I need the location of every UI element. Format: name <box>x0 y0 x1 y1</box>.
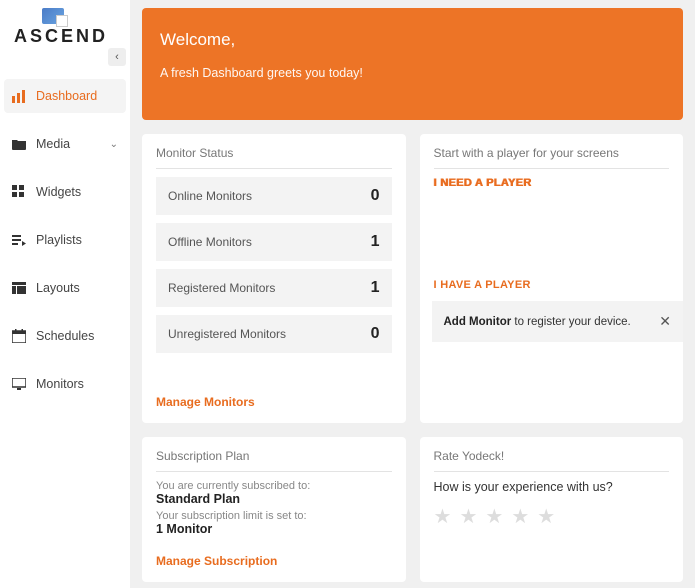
sidebar-nav: Dashboard Media ⌄ Widgets Playlists <box>0 79 130 415</box>
sidebar-item-widgets[interactable]: Widgets <box>0 175 130 209</box>
welcome-hero: Welcome, A fresh Dashboard greets you to… <box>142 8 683 120</box>
star-5[interactable]: ★ <box>537 504 555 529</box>
sidebar: ASCEND ‹ Dashboard Media ⌄ <box>0 0 130 588</box>
card-title: Start with a player for your screens <box>434 146 670 169</box>
stat-value: 1 <box>371 233 380 251</box>
need-player-heading: I NEED A PLAYER <box>434 177 670 189</box>
have-player-heading: I HAVE A PLAYER <box>434 279 670 291</box>
bars-icon <box>12 89 26 103</box>
stat-row-online: Online Monitors 0 <box>156 177 392 215</box>
sidebar-item-label: Schedules <box>36 329 94 343</box>
add-monitor-text: Add Monitor to register your device. <box>444 316 631 328</box>
stat-row-registered: Registered Monitors 1 <box>156 269 392 307</box>
sidebar-item-label: Playlists <box>36 233 82 247</box>
manage-subscription-link[interactable]: Manage Subscription <box>156 554 277 568</box>
monitor-icon <box>12 377 26 391</box>
chevron-left-icon: ‹ <box>115 51 119 63</box>
stat-row-offline: Offline Monitors 1 <box>156 223 392 261</box>
add-monitor-callout: Add Monitor to register your device. ✕ <box>432 301 684 342</box>
sidebar-item-layouts[interactable]: Layouts <box>0 271 130 305</box>
calendar-icon <box>12 329 26 343</box>
translate-badge-icon <box>42 8 64 24</box>
rate-question: How is your experience with us? <box>434 480 670 494</box>
layout-icon <box>12 281 26 295</box>
star-2[interactable]: ★ <box>459 504 477 529</box>
star-1[interactable]: ★ <box>434 504 452 529</box>
brand-block: ASCEND ‹ <box>0 0 130 59</box>
sidebar-item-label: Layouts <box>36 281 80 295</box>
subscription-plan: Standard Plan <box>156 492 392 506</box>
card-title: Monitor Status <box>156 146 392 169</box>
stat-value: 1 <box>371 279 380 297</box>
brand-logo: ASCEND <box>14 26 120 47</box>
sidebar-item-label: Media <box>36 137 70 151</box>
playlist-icon <box>12 233 26 247</box>
subscription-line2: Your subscription limit is set to: <box>156 510 392 522</box>
card-title: Subscription Plan <box>156 449 392 472</box>
start-player-card: Start with a player for your screens I N… <box>420 134 684 423</box>
close-icon[interactable]: ✕ <box>659 313 671 330</box>
card-title: Rate Yodeck! <box>434 449 670 472</box>
sidebar-collapse-button[interactable]: ‹ <box>108 48 126 66</box>
monitor-status-card: Monitor Status Online Monitors 0 Offline… <box>142 134 406 423</box>
hero-title: Welcome, <box>160 30 665 50</box>
star-3[interactable]: ★ <box>485 504 503 529</box>
row-2: Subscription Plan You are currently subs… <box>142 437 683 582</box>
chevron-down-icon: ⌄ <box>110 139 118 150</box>
manage-monitors-link[interactable]: Manage Monitors <box>156 395 255 409</box>
sidebar-item-label: Dashboard <box>36 89 97 103</box>
star-4[interactable]: ★ <box>511 504 529 529</box>
sidebar-item-label: Widgets <box>36 185 81 199</box>
subscription-card: Subscription Plan You are currently subs… <box>142 437 406 582</box>
stat-label: Registered Monitors <box>168 281 275 295</box>
sidebar-item-monitors[interactable]: Monitors <box>0 367 130 401</box>
sidebar-item-schedules[interactable]: Schedules <box>0 319 130 353</box>
hero-subtitle: A fresh Dashboard greets you today! <box>160 66 665 80</box>
stat-value: 0 <box>371 325 380 343</box>
row-1: Monitor Status Online Monitors 0 Offline… <box>142 134 683 423</box>
stat-label: Offline Monitors <box>168 235 252 249</box>
sidebar-item-playlists[interactable]: Playlists <box>0 223 130 257</box>
sidebar-item-media[interactable]: Media ⌄ <box>0 127 130 161</box>
app-root: ASCEND ‹ Dashboard Media ⌄ <box>0 0 695 588</box>
grid-icon <box>12 185 26 199</box>
rate-card: Rate Yodeck! How is your experience with… <box>420 437 684 582</box>
subscription-limit: 1 Monitor <box>156 522 392 536</box>
main-content: Welcome, A fresh Dashboard greets you to… <box>130 0 695 588</box>
sidebar-item-label: Monitors <box>36 377 84 391</box>
sidebar-item-dashboard[interactable]: Dashboard <box>4 79 126 113</box>
stat-row-unregistered: Unregistered Monitors 0 <box>156 315 392 353</box>
folder-icon <box>12 137 26 151</box>
stat-value: 0 <box>371 187 380 205</box>
stat-label: Online Monitors <box>168 189 252 203</box>
subscription-line1: You are currently subscribed to: <box>156 480 392 492</box>
stat-label: Unregistered Monitors <box>168 327 286 341</box>
star-rating: ★ ★ ★ ★ ★ <box>434 504 670 529</box>
add-monitor-link[interactable]: Add Monitor <box>444 316 512 328</box>
